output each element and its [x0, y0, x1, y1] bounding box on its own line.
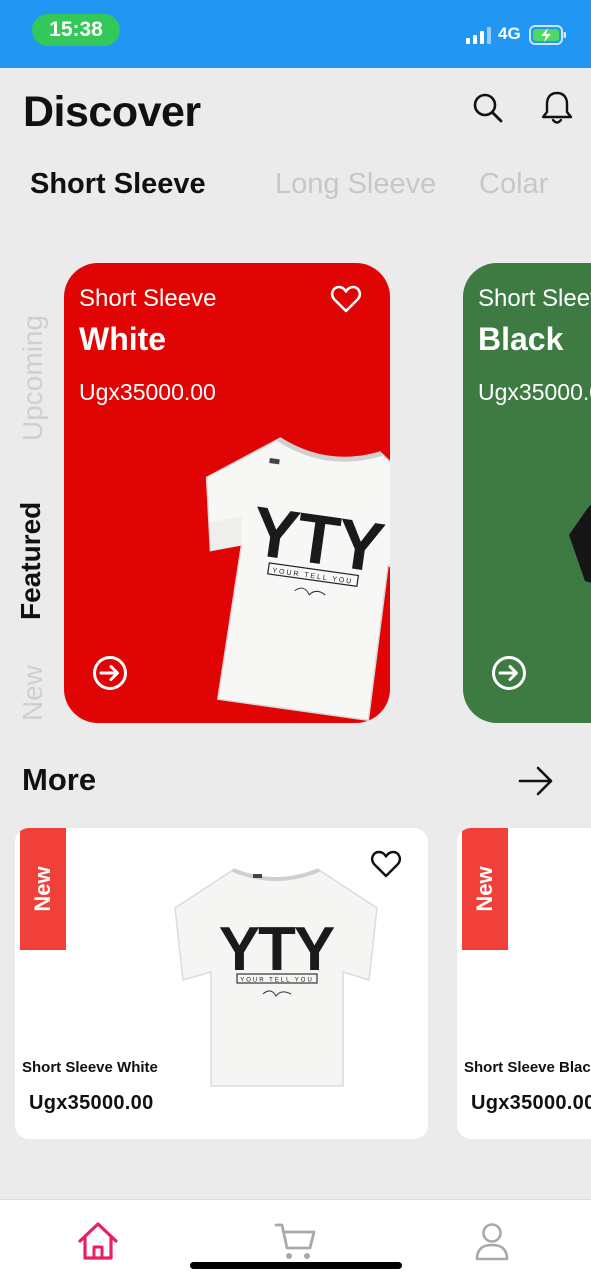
badge-label: New: [30, 866, 55, 912]
bell-icon: [541, 91, 573, 124]
search-icon: [473, 93, 503, 123]
product-price: Ugx35000.00: [29, 1092, 154, 1114]
svg-text:YOUR TELL YOU: YOUR TELL YOU: [240, 978, 314, 984]
side-nav-new[interactable]: New: [17, 665, 49, 721]
featured-price: Ugx35000.00: [478, 379, 591, 405]
product-price: Ugx35000.00: [471, 1092, 591, 1114]
tab-colar[interactable]: Colar: [479, 168, 548, 201]
status-bar: 15:38 4G: [0, 0, 591, 68]
signal-icon: [466, 27, 491, 44]
product-card[interactable]: New YTY YOUR TELL YOU Short Sleeve White…: [15, 828, 428, 1139]
tab-long-sleeve[interactable]: Long Sleeve: [275, 168, 436, 201]
home-icon[interactable]: [76, 1220, 120, 1262]
section-title-more: More: [22, 762, 97, 797]
page-title: Discover: [23, 88, 201, 136]
side-nav-featured[interactable]: Featured: [15, 502, 47, 620]
side-nav-upcoming[interactable]: Upcoming: [17, 315, 49, 441]
user-icon[interactable]: [470, 1220, 514, 1262]
product-card[interactable]: New Short Sleeve Black Ugx35000.00: [457, 828, 591, 1139]
battery-icon: [529, 25, 566, 45]
home-indicator: [190, 1262, 402, 1269]
arrow-right-icon[interactable]: [516, 762, 556, 800]
arrow-circle-icon[interactable]: [491, 655, 527, 691]
featured-name: White: [79, 321, 167, 357]
tab-short-sleeve[interactable]: Short Sleeve: [30, 168, 206, 201]
arrow-circle-icon[interactable]: [92, 655, 128, 691]
new-badge: New: [462, 828, 508, 950]
product-name: Short Sleeve Black: [464, 1059, 591, 1076]
featured-category: Short Sleeve: [79, 285, 217, 312]
featured-card[interactable]: Short Sleeve Black Ugx35000.00: [463, 263, 591, 723]
heart-icon[interactable]: [330, 283, 362, 315]
tshirt-image: YTY YOUR TELL YOU: [205, 436, 390, 722]
featured-name: Black: [478, 321, 564, 357]
tshirt-image: [569, 504, 591, 583]
featured-category: Short Sleeve: [478, 285, 591, 312]
search-button[interactable]: [466, 86, 510, 130]
featured-price: Ugx35000.00: [79, 379, 216, 405]
featured-card[interactable]: Short Sleeve White Ugx35000.00 YTY YOUR …: [64, 263, 390, 723]
new-badge: New: [20, 828, 66, 950]
status-time: 15:38: [32, 14, 120, 46]
product-name: Short Sleeve White: [22, 1059, 158, 1076]
cart-icon[interactable]: [274, 1220, 318, 1262]
tshirt-image: YTY YOUR TELL YOU: [174, 868, 378, 1087]
notifications-button[interactable]: [535, 86, 579, 130]
badge-label: New: [472, 866, 497, 912]
network-label: 4G: [498, 24, 521, 43]
